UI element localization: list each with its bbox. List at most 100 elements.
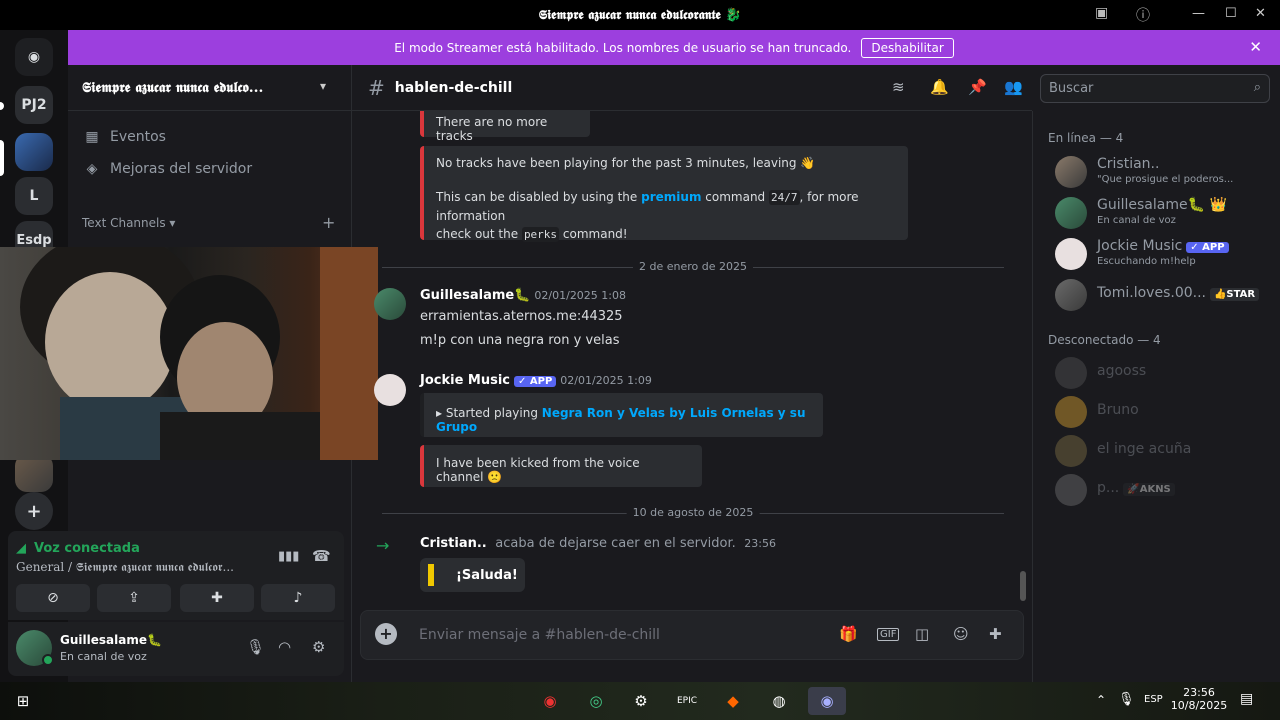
noise-icon[interactable]: ▮▮▮ [278, 549, 299, 564]
member-item[interactable]: p... 🚀AKNS [1055, 472, 1275, 508]
screenshare-button[interactable]: ⇪ [97, 584, 171, 612]
embed-line: This can be disabled by using the premiu… [436, 188, 896, 225]
events-label: Eventos [110, 129, 166, 145]
close-banner-icon[interactable]: ✕ [1249, 38, 1262, 56]
pin-icon[interactable]: 📌 [968, 78, 987, 96]
avatar [1055, 357, 1087, 389]
minimize-button[interactable]: — [1192, 6, 1205, 21]
chrome-icon[interactable]: ◎ [581, 687, 611, 715]
author-name[interactable]: Cristian.. [420, 536, 487, 551]
language-indicator[interactable]: ESP [1144, 694, 1163, 705]
windows-start-icon[interactable]: ⊞ [8, 687, 38, 715]
premium-link[interactable]: premium [641, 190, 701, 204]
chevron-up-icon[interactable]: ⌃ [1096, 693, 1106, 707]
soundboard-button[interactable]: ♪ [261, 584, 335, 612]
chevron-down-icon[interactable]: ▾ [320, 79, 326, 93]
member-status: En canal de voz [1097, 215, 1176, 226]
kicked-embed: I have been kicked from the voice channe… [420, 445, 702, 487]
member-item[interactable]: Cristian.. "Que prosigue el poderos... [1055, 154, 1275, 190]
activity-button[interactable]: ✚ [180, 584, 254, 612]
member-name: Tomi.loves.00... 👍STAR [1097, 285, 1260, 301]
search-placeholder: Buscar [1049, 81, 1094, 96]
avatar[interactable] [374, 374, 406, 406]
disconnect-icon[interactable]: ☎ [312, 547, 331, 565]
notification-icon[interactable]: ▤ [1240, 691, 1253, 707]
message-author[interactable]: Guillesalame🐛 02/01/2025 1:08 [420, 288, 626, 303]
boosts-item[interactable]: ◈ Mejoras del servidor [84, 161, 253, 177]
inbox-icon[interactable]: ▣ [1095, 5, 1108, 21]
avatar[interactable] [374, 288, 406, 320]
member-item[interactable]: Jockie Music ✓ APP Escuchando m!help [1055, 236, 1275, 272]
obs-icon[interactable]: ◍ [764, 687, 794, 715]
gift-icon[interactable]: 🎁 [839, 625, 858, 643]
username[interactable]: Guillesalame🐛 [60, 633, 162, 647]
user-status: En canal de voz [60, 650, 147, 663]
chat-scrollbar[interactable] [1020, 571, 1026, 601]
voice-location[interactable]: General / 𝕾𝖎𝖊𝖒𝖕𝖗𝖊 𝖆𝖟𝖚𝖈𝖆𝖗 𝖓𝖚𝖓𝖈𝖆 𝖊𝖉𝖚𝖑𝖈𝖔𝖗..… [16, 560, 234, 575]
window-title: 𝕾𝖎𝖊𝖒𝖕𝖗𝖊 𝖆𝖟𝖚𝖈𝖆𝖗 𝖓𝖚𝖓𝖈𝖆 𝖊𝖉𝖚𝖑𝖈𝖔𝖗𝖆𝖓𝖙𝖊 🐉 [538, 7, 742, 23]
voice-panel: ◢ Voz conectada General / 𝕾𝖎𝖊𝖒𝖕𝖗𝖊 𝖆𝖟𝖚𝖈𝖆𝖗… [8, 531, 344, 620]
avatar [1055, 474, 1087, 506]
wave-label: ¡Saluda! [456, 567, 518, 583]
server-active[interactable] [15, 133, 53, 171]
sticker-icon [428, 564, 434, 586]
member-name-text: Tomi.loves.00... [1097, 285, 1206, 301]
avatar [1055, 197, 1087, 229]
sticker-icon[interactable]: ◫ [915, 625, 929, 643]
epic-games-icon[interactable]: EPIC [672, 687, 702, 715]
member-item[interactable]: Bruno [1055, 394, 1275, 430]
offline-header: Desconectado — 4 [1048, 333, 1161, 347]
upload-icon[interactable]: + [375, 623, 397, 645]
camera-button[interactable]: ⊘ [16, 584, 90, 612]
help-icon[interactable]: ⓘ [1136, 5, 1150, 25]
embed-line: No tracks have been playing for the past… [436, 156, 816, 170]
embed-text: command [705, 190, 766, 204]
maximize-button[interactable]: ☐ [1225, 6, 1237, 21]
gif-icon[interactable]: GIF [877, 628, 900, 641]
member-item[interactable]: Tomi.loves.00... 👍STAR [1055, 277, 1275, 313]
bell-icon[interactable]: 🔔 [930, 78, 949, 96]
text-channels-category[interactable]: Text Channels ▾ + [82, 213, 335, 232]
message-composer[interactable]: + Enviar mensaje a #hablen-de-chill 🎁 GI… [360, 610, 1024, 660]
date-divider: 2 de enero de 2025 [382, 260, 1004, 273]
member-name: Bruno [1097, 402, 1139, 418]
clock[interactable]: 23:56 10/8/2025 [1170, 686, 1228, 712]
apps-icon[interactable]: ✚ [989, 625, 1002, 643]
disable-button[interactable]: Deshabilitar [861, 37, 954, 58]
close-window-button[interactable]: ✕ [1255, 6, 1266, 21]
member-item[interactable]: Guillesalame🐛 👑 En canal de voz [1055, 195, 1275, 231]
member-name: p... 🚀AKNS [1097, 480, 1175, 496]
user-panel: Guillesalame🐛 En canal de voz 🎙 ◠ ⚙ [8, 622, 344, 676]
discord-home-icon[interactable]: ◉ [15, 38, 53, 76]
server-pj2[interactable]: PJ2 [15, 86, 53, 124]
app-icon[interactable]: ◉ [535, 687, 565, 715]
server-name: 𝕾𝖎𝖊𝖒𝖕𝖗𝖊 𝖆𝖟𝖚𝖈𝖆𝖗 𝖓𝖚𝖓𝖈𝖆 𝖊𝖉𝖚𝖑𝖈𝖔... [82, 79, 264, 96]
gear-icon[interactable]: ⚙ [312, 638, 325, 656]
steam-icon[interactable]: ⚙ [626, 687, 656, 715]
webcam-overlay[interactable] [0, 247, 378, 460]
date-divider: 10 de agosto de 2025 [382, 506, 1004, 519]
headphones-icon[interactable]: ◠ [278, 638, 291, 656]
brave-icon[interactable]: ◆ [718, 687, 748, 715]
add-server-icon[interactable]: + [15, 492, 53, 530]
title-bar: 𝕾𝖎𝖊𝖒𝖕𝖗𝖊 𝖆𝖟𝖚𝖈𝖆𝖗 𝖓𝖚𝖓𝖈𝖆 𝖊𝖉𝖚𝖑𝖈𝖔𝖗𝖆𝖓𝖙𝖊 🐉 ▣ ⓘ —… [0, 0, 1280, 30]
threads-icon[interactable]: ≋ [892, 78, 905, 96]
server-l[interactable]: L [15, 177, 53, 215]
discord-taskbar-icon[interactable]: ◉ [808, 687, 846, 715]
add-channel-icon[interactable]: + [322, 213, 335, 232]
microphone-icon[interactable]: 🎙 [246, 638, 265, 656]
member-name-text: Jockie Music [1097, 238, 1183, 254]
app-badge: ✓ APP [514, 376, 557, 387]
member-item[interactable]: agooss [1055, 355, 1275, 391]
microphone-tray-icon[interactable]: 🎙 [1118, 692, 1135, 707]
member-item[interactable]: el inge acuña [1055, 433, 1275, 469]
server-header[interactable]: 𝕾𝖎𝖊𝖒𝖕𝖗𝖊 𝖆𝖟𝖚𝖈𝖆𝖗 𝖓𝖚𝖓𝖈𝖆 𝖊𝖉𝖚𝖑𝖈𝖔... ▾ [68, 65, 351, 111]
search-input[interactable]: Buscar ⌕ [1040, 74, 1270, 103]
events-item[interactable]: ▦ Eventos [84, 129, 166, 145]
emoji-icon[interactable]: ☺ [953, 625, 969, 643]
message-author[interactable]: Jockie Music ✓ APP 02/01/2025 1:09 [420, 373, 652, 388]
taskbar: ⊞ ◉ ◎ ⚙ EPIC ◆ ◍ ◉ ⌃ 🎙 ESP 23:56 10/8/20… [0, 682, 1280, 720]
wave-button[interactable]: ¡Saluda! [420, 558, 525, 592]
members-icon[interactable]: 👥 [1004, 78, 1023, 96]
author-name: Guillesalame🐛 [420, 288, 531, 303]
